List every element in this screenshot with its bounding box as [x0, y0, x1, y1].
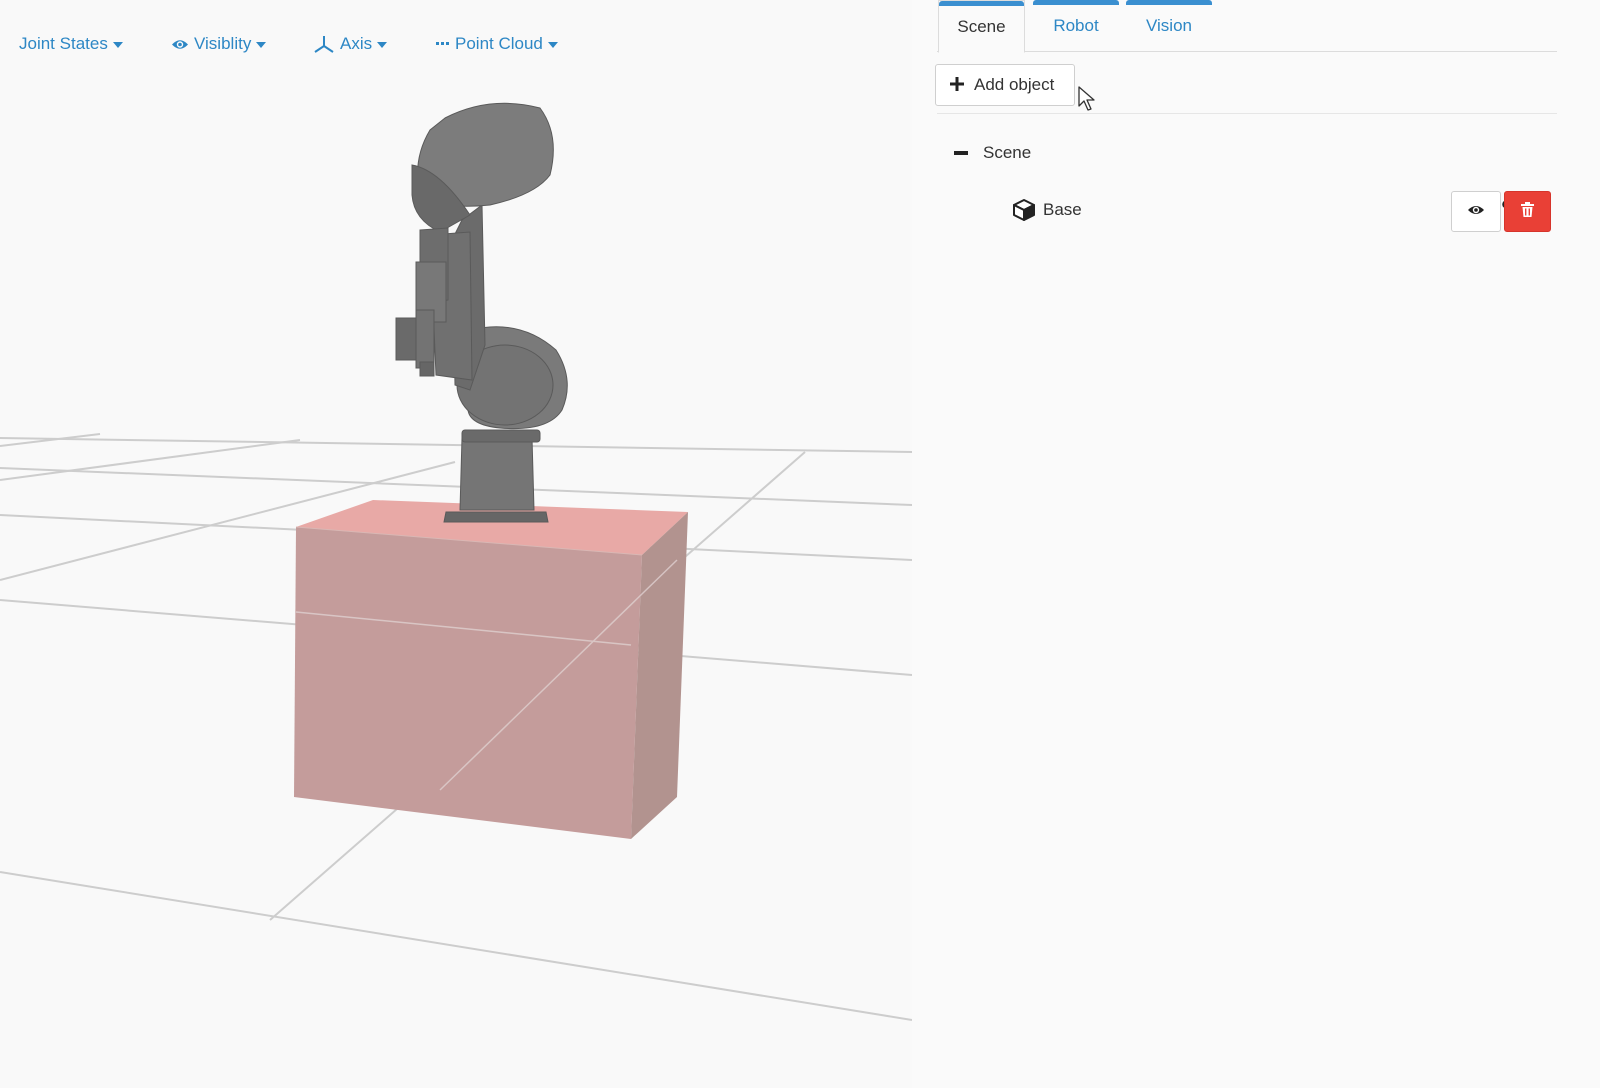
- tab-scene[interactable]: Scene: [938, 0, 1025, 53]
- scene-tree-item-label: Base: [1043, 200, 1082, 219]
- add-object-label: Add object: [974, 75, 1055, 94]
- app-root: Joint States Visiblity Axis Point Cloud …: [0, 0, 1600, 1088]
- visibility-label: Visiblity: [194, 34, 252, 53]
- 3d-viewport[interactable]: Joint States Visiblity Axis Point Cloud: [0, 0, 912, 1088]
- tab-robot[interactable]: Robot: [1033, 0, 1119, 52]
- divider: [937, 113, 1557, 114]
- caret-down-icon: [112, 42, 123, 48]
- plus-icon: [950, 75, 964, 95]
- delete-object-button[interactable]: [1504, 191, 1551, 232]
- scene-tree-root[interactable]: Scene: [954, 143, 1031, 163]
- dots-icon: [436, 41, 450, 47]
- toggle-visibility-button[interactable]: [1451, 191, 1501, 232]
- joint-states-dropdown[interactable]: Joint States: [19, 34, 123, 54]
- tab-robot-label: Robot: [1053, 16, 1099, 35]
- trash-icon: [1521, 201, 1534, 222]
- robot-arm[interactable]: [395, 102, 568, 523]
- scene-tree-item-base[interactable]: Base: [1012, 198, 1082, 222]
- visibility-dropdown[interactable]: Visiblity: [171, 34, 267, 54]
- caret-down-icon: [547, 42, 558, 48]
- axis-icon: [313, 34, 335, 54]
- add-object-button[interactable]: Add object: [935, 64, 1075, 106]
- mouse-cursor-icon: [1078, 86, 1096, 117]
- minus-icon[interactable]: [954, 151, 968, 155]
- base-box[interactable]: [294, 500, 688, 839]
- side-panel: Scene Robot Vision Add object Scene Base: [912, 0, 1600, 1088]
- tab-vision-label: Vision: [1146, 16, 1192, 35]
- tab-scene-label: Scene: [957, 16, 1006, 36]
- point-cloud-dropdown[interactable]: Point Cloud: [436, 34, 558, 54]
- scene-tree-root-label: Scene: [983, 143, 1032, 162]
- caret-down-icon: [256, 42, 267, 48]
- axis-label: Axis: [340, 34, 373, 53]
- eye-icon: [171, 38, 189, 51]
- joint-states-label: Joint States: [19, 34, 108, 53]
- cube-icon: [1012, 198, 1036, 222]
- scene-canvas[interactable]: [0, 0, 912, 1088]
- tab-vision[interactable]: Vision: [1126, 0, 1212, 52]
- axis-dropdown[interactable]: Axis: [313, 34, 388, 54]
- caret-down-icon: [377, 42, 388, 48]
- panel-tabs: Scene Robot Vision: [937, 0, 1557, 53]
- eye-icon: [1467, 203, 1485, 221]
- point-cloud-label: Point Cloud: [455, 34, 543, 53]
